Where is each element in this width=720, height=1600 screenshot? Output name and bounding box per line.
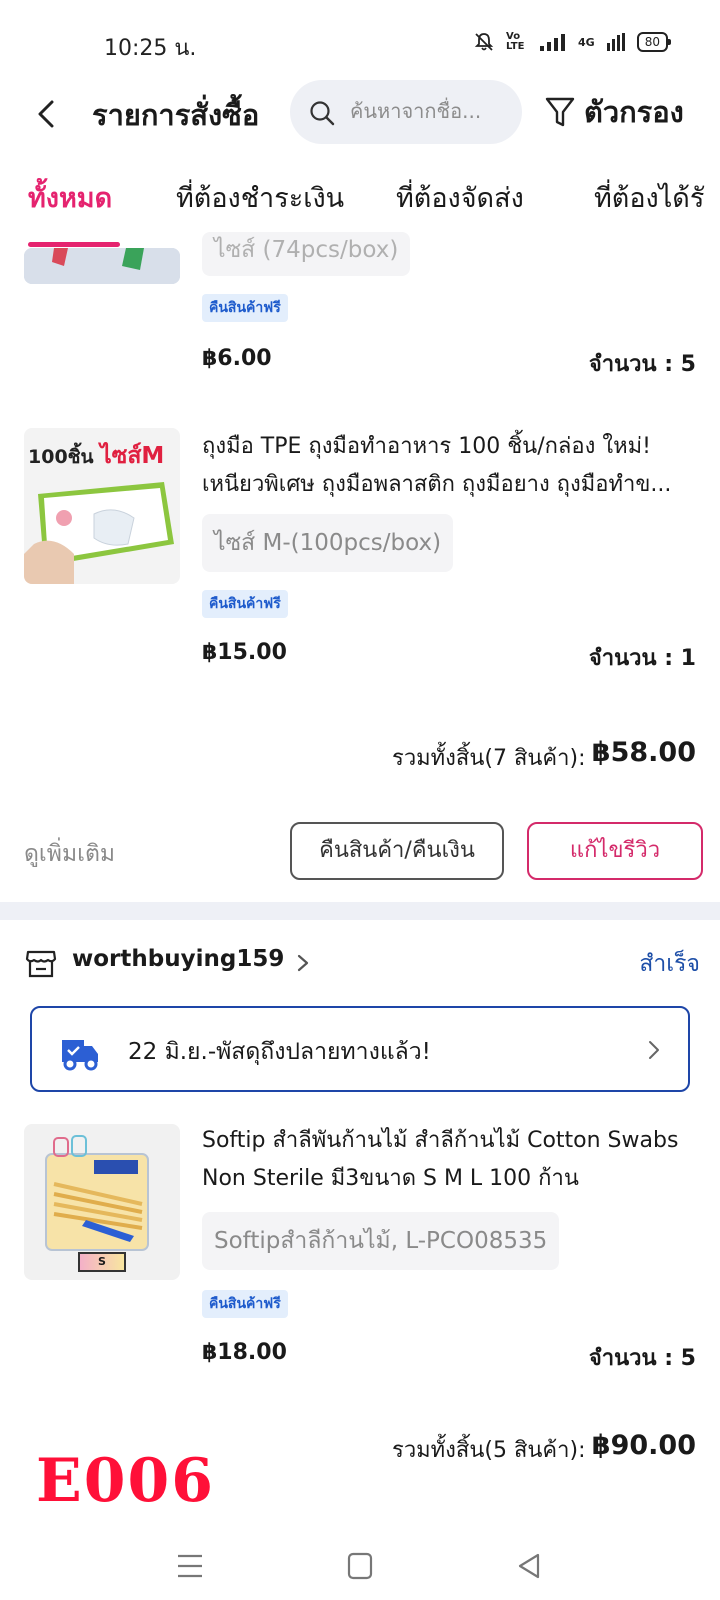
system-nav-bar bbox=[0, 1530, 720, 1600]
product-price: ฿15.00 bbox=[202, 640, 287, 665]
product-quantity: จำนวน : 5 bbox=[588, 352, 696, 377]
mute-bell-icon bbox=[474, 33, 494, 51]
back-triangle-icon[interactable] bbox=[512, 1550, 548, 1582]
product-title[interactable]: ถุงมือ TPE ถุงมือทำอาหาร 100 ชิ้น/กล่อง … bbox=[202, 428, 702, 504]
tab-to-pay[interactable]: ที่ต้องชำระเงิน bbox=[176, 176, 344, 219]
status-bar: 10:25 น. Vo LTE 4G 80 bbox=[0, 0, 720, 80]
edit-review-button[interactable]: แก้ไขรีวิว bbox=[527, 822, 703, 880]
battery-icon: 80 bbox=[636, 32, 672, 52]
network-label: 4G bbox=[578, 35, 595, 49]
status-icons: Vo LTE 4G 80 bbox=[474, 31, 672, 52]
tab-to-receive[interactable]: ที่ต้องได้รั bbox=[594, 176, 704, 219]
delivery-status-banner[interactable]: 22 มิ.ย.-พัสดุถึงปลายทางแล้ว! bbox=[30, 1006, 690, 1092]
truck-icon bbox=[62, 1040, 98, 1071]
product-title[interactable]: Softip สำลีพันก้านไม้ สำลีก้านไม้ Cotton… bbox=[202, 1122, 702, 1198]
search-input[interactable] bbox=[350, 94, 506, 128]
order-total-label: รวมทั้งสิ้น(7 สินค้า): bbox=[392, 746, 586, 771]
page-title: รายการสั่งซื้อ bbox=[92, 98, 260, 132]
search-icon bbox=[310, 101, 335, 126]
order-total-label: รวมทั้งสิ้น(5 สินค้า): bbox=[392, 1438, 586, 1463]
order-status: สำเร็จ bbox=[639, 951, 700, 977]
thumb-size-label: ไซส์M bbox=[100, 443, 165, 469]
glove-box-image bbox=[24, 482, 174, 584]
free-return-badge: คืนสินค้าฟรี bbox=[202, 590, 288, 618]
volte-label: Vo LTE bbox=[506, 31, 525, 52]
order-total-value: ฿58.00 bbox=[591, 737, 696, 768]
overlay-stamp-text: E006 bbox=[36, 1446, 215, 1516]
chevron-right-icon bbox=[297, 954, 309, 972]
shop-header[interactable]: worthbuying159 สำเร็จ bbox=[24, 944, 700, 984]
tab-all[interactable]: ทั้งหมด bbox=[28, 176, 112, 219]
see-more-link[interactable]: ดูเพิ่มเติม bbox=[24, 836, 115, 872]
home-square-icon[interactable] bbox=[342, 1550, 378, 1582]
product-price: ฿18.00 bbox=[202, 1340, 287, 1365]
delivery-status-text: 22 มิ.ย.-พัสดุถึงปลายทางแล้ว! bbox=[128, 1039, 431, 1065]
order-separator bbox=[0, 902, 720, 920]
filter-icon bbox=[545, 97, 575, 127]
product-thumbnail[interactable]: S bbox=[24, 1124, 180, 1280]
product-thumbnail[interactable]: 100ชิ้น ไซส์M bbox=[24, 428, 180, 584]
tab-to-ship[interactable]: ที่ต้องจัดส่ง bbox=[396, 176, 524, 219]
glove-pack-image bbox=[24, 248, 180, 284]
filter-label: ตัวกรอง bbox=[584, 95, 684, 129]
tab-active-indicator bbox=[28, 242, 120, 247]
product-quantity: จำนวน : 1 bbox=[588, 646, 696, 671]
return-refund-button[interactable]: คืนสินค้า/คืนเงิน bbox=[290, 822, 504, 880]
product-quantity: จำนวน : 5 bbox=[588, 1346, 696, 1371]
order-total-value: ฿90.00 bbox=[591, 1430, 696, 1461]
product-price: ฿6.00 bbox=[202, 346, 272, 371]
thumb-count-label: 100ชิ้น bbox=[28, 446, 94, 468]
signal-icon bbox=[540, 34, 566, 51]
back-arrow-icon[interactable] bbox=[30, 94, 66, 134]
product-variant: ไซส์ M-(100pcs/box) bbox=[202, 514, 454, 572]
filter-button[interactable]: ตัวกรอง bbox=[544, 90, 684, 134]
product-variant: Softipสำลีก้านไม้, L-PCO08535 bbox=[202, 1212, 560, 1270]
free-return-badge: คืนสินค้าฟรี bbox=[202, 1290, 288, 1318]
chevron-right-icon bbox=[649, 1041, 659, 1059]
status-time: 10:25 น. bbox=[104, 36, 197, 61]
size-label-tag: S bbox=[78, 1252, 126, 1272]
header: รายการสั่งซื้อ ตัวกรอง bbox=[0, 80, 720, 146]
product-thumbnail-partial[interactable] bbox=[24, 248, 180, 284]
shop-name[interactable]: worthbuying159 bbox=[72, 946, 284, 972]
product-variant-partial: ไซส์ (74pcs/box) bbox=[202, 232, 411, 276]
signal-icon-2 bbox=[606, 33, 625, 51]
search-box[interactable] bbox=[290, 80, 522, 144]
free-return-badge: คืนสินค้าฟรี bbox=[202, 294, 288, 322]
shop-icon bbox=[25, 950, 57, 978]
menu-icon[interactable] bbox=[172, 1550, 208, 1582]
